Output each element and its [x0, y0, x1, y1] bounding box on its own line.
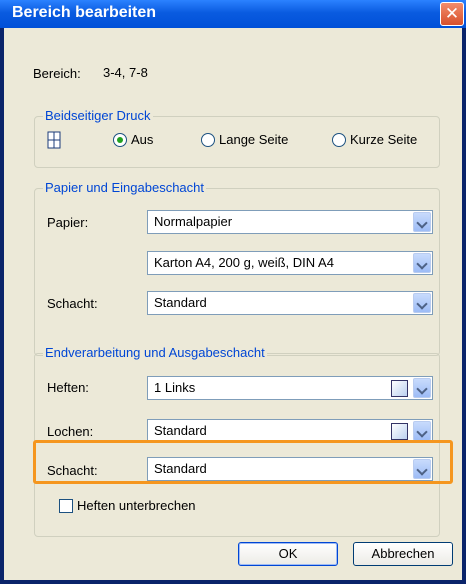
dialog-window: Bereich bearbeiten ✕ Bereich: 3-4, 7-8 B…: [0, 0, 466, 584]
punch-select-value: Standard: [154, 423, 207, 438]
duplex-short-edge-radio[interactable]: [332, 133, 346, 147]
punch-label: Lochen:: [47, 424, 94, 439]
duplex-off-label[interactable]: Aus: [131, 132, 153, 147]
duplex-group: Beidseitiger Druck Aus Lange Seite Kurze…: [34, 108, 440, 168]
range-label: Bereich:: [33, 66, 81, 81]
staple-select[interactable]: 1 Links: [147, 376, 433, 400]
output-tray-highlight: [33, 440, 453, 484]
range-value: 3-4, 7-8: [103, 65, 148, 80]
duplex-group-label: Beidseitiger Druck: [43, 108, 153, 123]
punch-preview-icon: [391, 423, 408, 440]
dialog-body: Bereich: 3-4, 7-8 Beidseitiger Druck Aus…: [4, 28, 462, 580]
finishing-group-label: Endverarbeitung und Ausgabeschacht: [43, 345, 267, 360]
chevron-down-icon[interactable]: [413, 378, 431, 398]
ok-button[interactable]: OK: [238, 542, 338, 566]
cancel-button[interactable]: Abbrechen: [353, 542, 453, 566]
staple-label: Heften:: [47, 380, 89, 395]
interrupt-staple-label[interactable]: Heften unterbrechen: [77, 498, 196, 513]
paper-select[interactable]: Normalpapier: [147, 210, 433, 234]
window-title: Bereich bearbeiten: [12, 4, 157, 21]
duplex-short-edge-label[interactable]: Kurze Seite: [350, 132, 417, 147]
duplex-long-edge-radio[interactable]: [201, 133, 215, 147]
paper-type-select-value: Karton A4, 200 g, weiß, DIN A4: [154, 255, 334, 270]
input-tray-label: Schacht:: [47, 296, 98, 311]
input-tray-select-value: Standard: [154, 295, 207, 310]
paper-group-label: Papier und Eingabeschacht: [43, 180, 207, 195]
chevron-down-icon[interactable]: [413, 421, 431, 441]
paper-group: Papier und Eingabeschacht Papier: Normal…: [34, 180, 440, 356]
duplex-off-radio[interactable]: [113, 133, 127, 147]
chevron-down-icon[interactable]: [413, 253, 431, 273]
close-button[interactable]: ✕: [440, 2, 464, 26]
input-tray-select[interactable]: Standard: [147, 291, 433, 315]
page-icon: [47, 131, 61, 149]
chevron-down-icon[interactable]: [413, 293, 431, 313]
chevron-down-icon[interactable]: [413, 212, 431, 232]
staple-preview-icon: [391, 380, 408, 397]
paper-label: Papier:: [47, 215, 89, 230]
title-bar[interactable]: Bereich bearbeiten ✕: [0, 0, 466, 28]
duplex-long-edge-label[interactable]: Lange Seite: [219, 132, 288, 147]
paper-select-value: Normalpapier: [154, 214, 233, 229]
staple-select-value: 1 Links: [154, 380, 196, 395]
close-icon: ✕: [444, 4, 460, 24]
paper-type-select[interactable]: Karton A4, 200 g, weiß, DIN A4: [147, 251, 433, 275]
interrupt-staple-checkbox[interactable]: [59, 499, 73, 513]
